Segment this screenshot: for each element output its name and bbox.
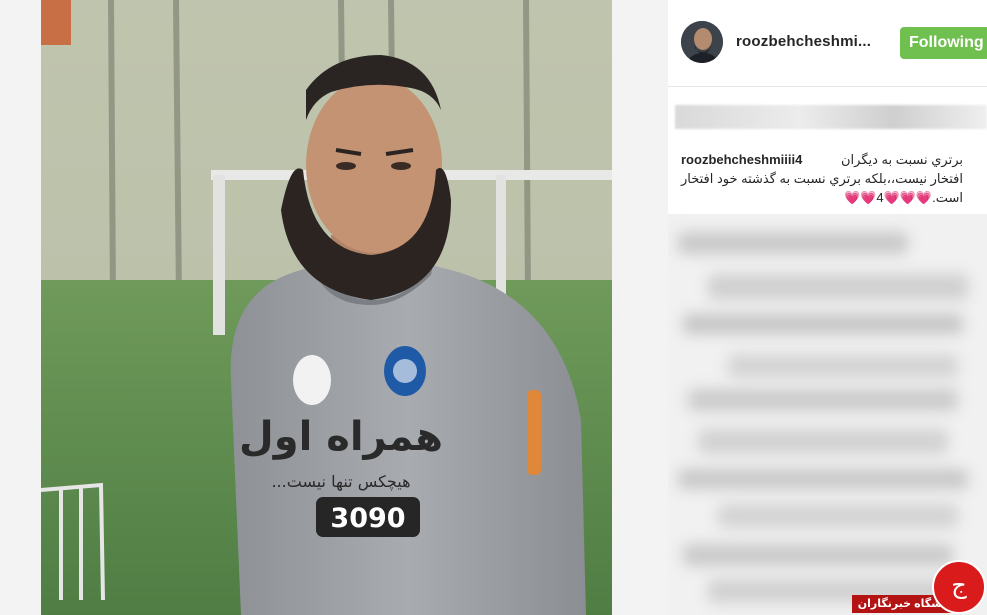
- header-divider: [668, 86, 987, 87]
- jersey-brand: همراه اول: [239, 414, 443, 460]
- caption-username[interactable]: roozbehcheshmiiii4: [681, 150, 802, 169]
- avatar[interactable]: [681, 21, 723, 63]
- left-margin: [0, 0, 41, 615]
- watermark-logo-icon: ج: [932, 560, 986, 614]
- news-agency-watermark: باشگاه خبرنگاران ج: [850, 560, 987, 615]
- caption-line-1: برتري نسبت به ديگران: [840, 152, 963, 167]
- username-link[interactable]: roozbehcheshmi...: [736, 33, 871, 50]
- photo-gutter: [612, 0, 668, 615]
- comments-blurred: [668, 214, 987, 615]
- caption-line-3: است.💗💗💗4💗💗: [843, 190, 963, 205]
- caption-line-2: افتخار نيست،،بلكه برتري نسبت به گذشته خو…: [681, 171, 963, 186]
- post-photo[interactable]: همراه اول هیچکس تنها نیست... 3090: [41, 0, 612, 615]
- following-button[interactable]: Following: [900, 27, 987, 59]
- jersey-number: 3090: [330, 503, 405, 534]
- jersey-slogan: هیچکس تنها نیست...: [271, 472, 410, 492]
- post-header: roozbehcheshmi... Following: [668, 0, 987, 87]
- likes-bar-blurred: [675, 105, 987, 129]
